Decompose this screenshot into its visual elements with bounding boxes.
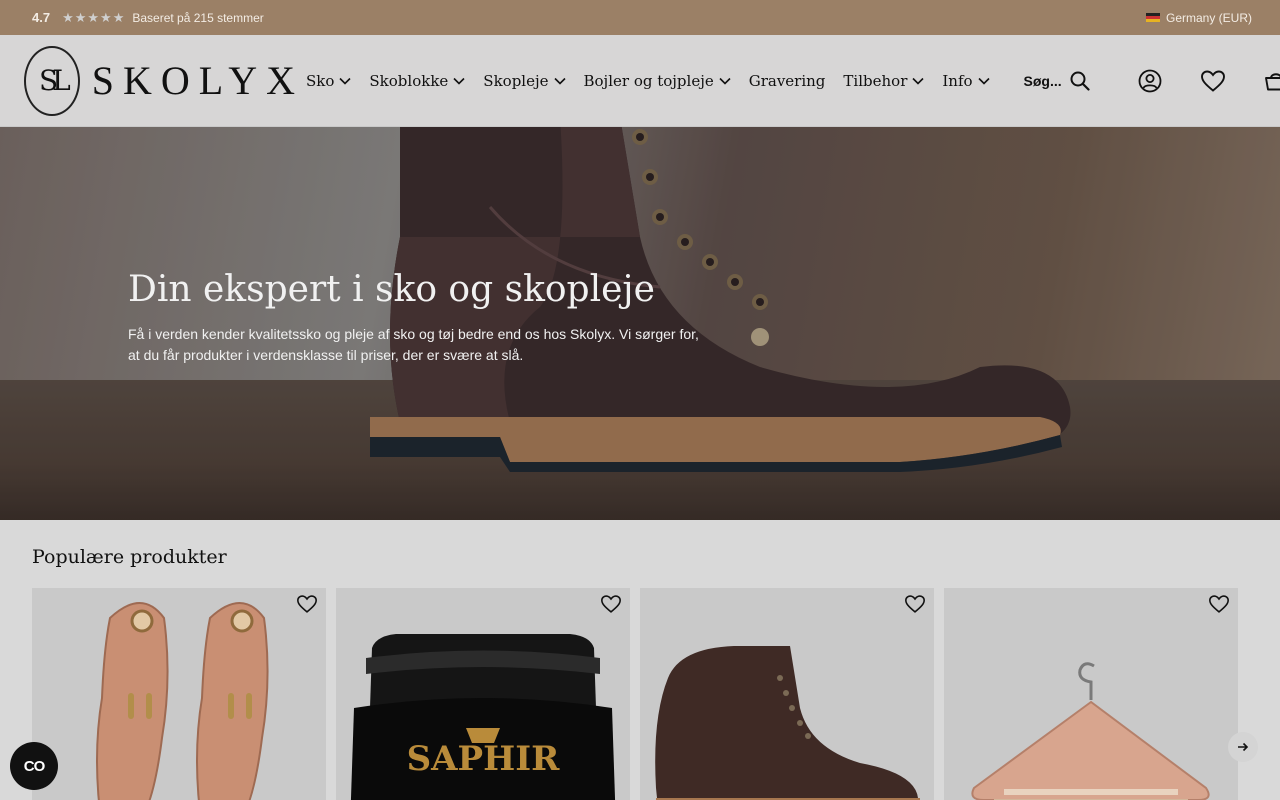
arrow-right-icon [1238, 742, 1249, 752]
nav-label: Skopleje [483, 71, 549, 90]
main-nav: Sko Skoblokke Skopleje Bojler og tojplej… [306, 72, 990, 90]
chevron-down-icon [719, 77, 731, 85]
saphir-polish-jar-image: SAPHIR [350, 634, 616, 800]
logo-text: SKOLYX [91, 58, 304, 103]
nav-label: Tilbehor [843, 71, 908, 90]
star-icon: ★ [74, 10, 87, 25]
product-card[interactable] [640, 588, 934, 800]
search-icon [1070, 71, 1090, 91]
chevron-down-icon [553, 77, 566, 85]
nav-item-bojler[interactable]: Bojler og tojpleje [584, 72, 731, 90]
saphir-logo: SAPHIR [407, 739, 561, 779]
wishlist-heart-icon[interactable] [904, 594, 926, 614]
accessibility-widget-label: CO [23, 757, 45, 775]
nav-label: Skoblokke [369, 71, 449, 90]
cedar-shoe-trees-image [96, 602, 269, 800]
basket-icon[interactable] [1264, 70, 1280, 92]
wishlist-heart-icon[interactable] [1200, 69, 1226, 93]
header-icons [1138, 69, 1280, 93]
popular-products: Populære produkter SAPHIR [0, 520, 1280, 800]
top-bar: 4.7 ★ ★ ★ ★ ★ Baseret på 215 stemmer Ger… [0, 0, 1280, 35]
cedar-hanger-image [971, 662, 1210, 800]
account-icon[interactable] [1138, 69, 1162, 93]
brown-leather-boot-image [655, 646, 920, 800]
wishlist-heart-icon[interactable] [1208, 594, 1230, 614]
carousel-next-button[interactable] [1228, 732, 1258, 762]
chevron-down-icon [912, 77, 924, 85]
nav-item-info[interactable]: Info [942, 71, 990, 90]
nav-label: Sko [306, 71, 335, 90]
half-star-icon: ★ [112, 10, 125, 25]
product-card[interactable] [944, 588, 1238, 800]
region-label: Germany (EUR) [1165, 10, 1252, 25]
star-icon: ★ [62, 10, 74, 25]
logo-mark: SL [24, 45, 80, 116]
chevron-down-icon [339, 77, 351, 85]
accessibility-widget-button[interactable]: CO [10, 742, 58, 790]
product-card[interactable] [32, 588, 326, 800]
product-card[interactable]: SAPHIR [336, 588, 630, 800]
section-title: Populære produkter [32, 546, 227, 568]
nav-label: Info [942, 71, 973, 90]
chevron-down-icon [977, 77, 990, 85]
wishlist-heart-icon[interactable] [600, 594, 622, 614]
hero-title: Din ekspert i sko og skopleje [128, 269, 655, 310]
region-selector[interactable]: Germany (EUR) [1145, 10, 1252, 25]
chevron-down-icon [453, 77, 465, 85]
site-header: SL SKOLYX Sko Skoblokke Skopleje Bojler … [0, 35, 1280, 127]
star-icon: ★ [100, 10, 112, 25]
rating-stars: ★ ★ ★ ★ ★ [62, 11, 124, 24]
wishlist-heart-icon[interactable] [296, 594, 318, 614]
hero-subtitle: Få i verden kender kvalitetssko og pleje… [128, 326, 699, 363]
nav-item-sko[interactable]: Sko [306, 72, 351, 90]
hero-banner: Din ekspert i sko og skopleje Få i verde… [0, 127, 1280, 520]
product-carousel: SAPHIR [32, 588, 1248, 800]
logo[interactable]: SL SKOLYX [24, 45, 304, 116]
nav-item-tilbehor[interactable]: Tilbehor [843, 72, 924, 90]
nav-item-gravering[interactable]: Gravering [749, 72, 826, 90]
rating-count: Baseret på 215 stemmer [132, 10, 264, 25]
star-icon: ★ [87, 10, 100, 25]
search-label: Søg... [1023, 72, 1062, 89]
hero-text: Din ekspert i sko og skopleje Få i verde… [128, 269, 708, 366]
germany-flag-icon [1145, 13, 1160, 22]
rating-score: 4.7 [32, 10, 51, 25]
nav-label: Bojler og tojpleje [583, 71, 714, 90]
search-button[interactable]: Søg... [1024, 71, 1090, 91]
nav-item-skoblokke[interactable]: Skoblokke [369, 72, 465, 90]
nav-item-skopleje[interactable]: Skopleje [483, 71, 566, 90]
nav-label: Gravering [748, 71, 826, 90]
